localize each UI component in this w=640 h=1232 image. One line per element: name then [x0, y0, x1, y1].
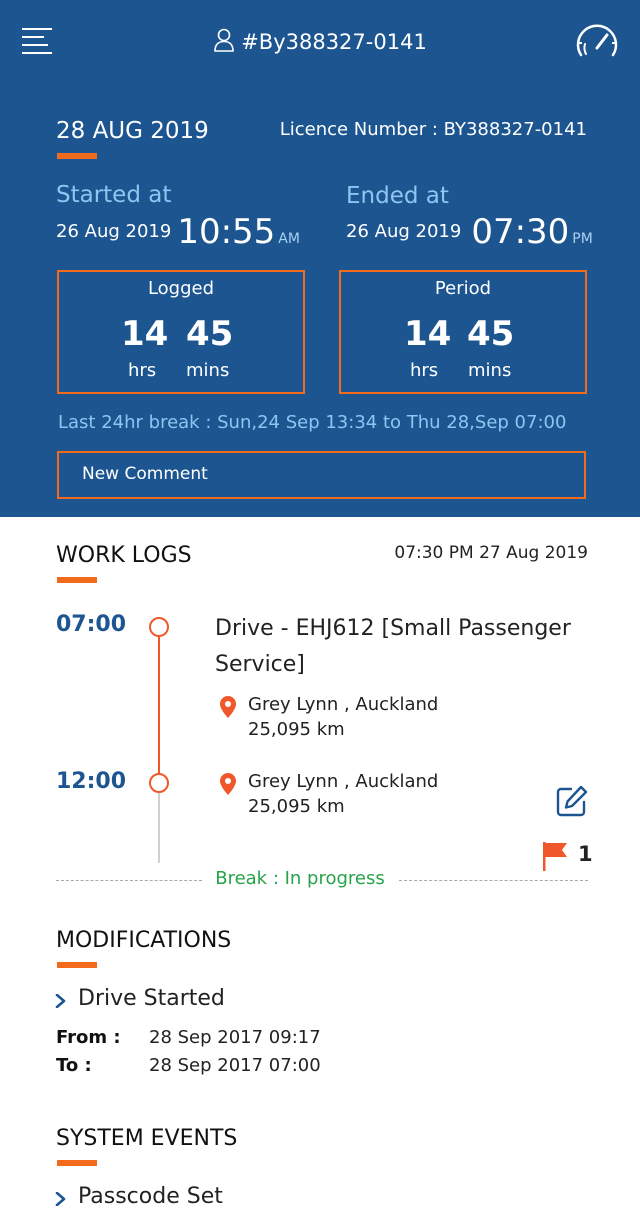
- to-label: To :: [56, 1055, 92, 1076]
- driver-id-text: #By388327-0141: [241, 30, 427, 54]
- chevron-right-icon[interactable]: [54, 993, 68, 1009]
- started-date: 26 Aug 2019: [56, 221, 172, 242]
- header-panel: #By388327-0141 28 AUG 2019 Licence Numbe…: [0, 0, 640, 517]
- timeline-node: [149, 617, 169, 637]
- period-title: Period: [434, 278, 492, 299]
- timeline-node: [149, 773, 169, 793]
- logged-title: Logged: [147, 278, 215, 299]
- timeline-line-pending: [158, 793, 160, 863]
- entry-location: Grey Lynn , Auckland 25,095 km: [248, 769, 438, 819]
- period-mins: 45: [467, 314, 515, 354]
- licence-number: Licence Number : BY388327-0141: [279, 119, 587, 140]
- speedometer-icon[interactable]: [574, 22, 620, 60]
- last-break-text: Last 24hr break : Sun,24 Sep 13:34 to Th…: [58, 412, 567, 433]
- logged-hrs: 14: [121, 314, 169, 354]
- entry-location: Grey Lynn , Auckland 25,095 km: [248, 692, 438, 742]
- started-time: 26 Aug 2019 10:55 AM: [56, 212, 300, 252]
- period-box: Period 14 45 hrs mins: [339, 270, 587, 394]
- location-name: Grey Lynn , Auckland: [248, 771, 439, 792]
- system-events-underline: [57, 1160, 97, 1166]
- period-mins-unit: mins: [468, 360, 512, 381]
- location-pin-icon: [219, 695, 237, 719]
- entry-time: 07:00: [56, 612, 127, 637]
- entry-title[interactable]: Drive - EHJ612 [Small Passenger Service]: [215, 611, 605, 683]
- system-events-title: SYSTEM EVENTS: [56, 1126, 238, 1151]
- break-status: Break : In progress: [215, 868, 385, 889]
- driver-id-title: #By388327-0141: [0, 28, 640, 57]
- ended-ampm: PM: [572, 231, 593, 247]
- modifications-underline: [57, 962, 97, 968]
- started-clock: 10:55: [177, 212, 276, 252]
- user-icon: [213, 28, 235, 57]
- logged-box: Logged 14 45 hrs mins: [57, 270, 305, 394]
- period-hrs-unit: hrs: [410, 360, 439, 381]
- started-label: Started at: [56, 182, 172, 208]
- chevron-right-icon[interactable]: [54, 1191, 68, 1207]
- ended-label: Ended at: [346, 183, 449, 209]
- location-pin-icon: [219, 772, 237, 796]
- modifications-title: MODIFICATIONS: [56, 928, 232, 953]
- logged-mins: 45: [186, 314, 234, 354]
- top-bar: #By388327-0141: [0, 0, 640, 82]
- modification-item[interactable]: Drive Started: [78, 986, 225, 1011]
- from-value: 28 Sep 2017 09:17: [149, 1027, 321, 1048]
- started-ampm: AM: [278, 231, 300, 247]
- new-comment-field[interactable]: New Comment: [57, 451, 586, 499]
- from-label: From :: [56, 1027, 121, 1048]
- ended-date: 26 Aug 2019: [346, 221, 462, 242]
- timeline-line-active: [158, 636, 160, 774]
- ended-time: 26 Aug 2019 07:30 PM: [346, 212, 593, 252]
- entry-time: 12:00: [56, 769, 127, 794]
- system-event-item[interactable]: Passcode Set: [78, 1184, 223, 1209]
- ended-clock: 07:30: [471, 212, 570, 252]
- work-logs-title: WORK LOGS: [56, 543, 192, 568]
- logged-mins-unit: mins: [186, 360, 230, 381]
- period-hrs: 14: [404, 314, 452, 354]
- flag-count: 1: [578, 842, 593, 866]
- location-name: Grey Lynn , Auckland: [248, 694, 439, 715]
- edit-icon[interactable]: [555, 784, 589, 818]
- work-logs-date: 07:30 PM 27 Aug 2019: [394, 543, 588, 563]
- odometer-value: 25,095 km: [248, 719, 345, 740]
- work-logs-underline: [57, 577, 97, 583]
- odometer-value: 25,095 km: [248, 796, 345, 817]
- logged-hrs-unit: hrs: [128, 360, 157, 381]
- shift-date: 28 AUG 2019: [56, 118, 209, 144]
- date-underline: [57, 153, 97, 159]
- to-value: 28 Sep 2017 07:00: [149, 1055, 321, 1076]
